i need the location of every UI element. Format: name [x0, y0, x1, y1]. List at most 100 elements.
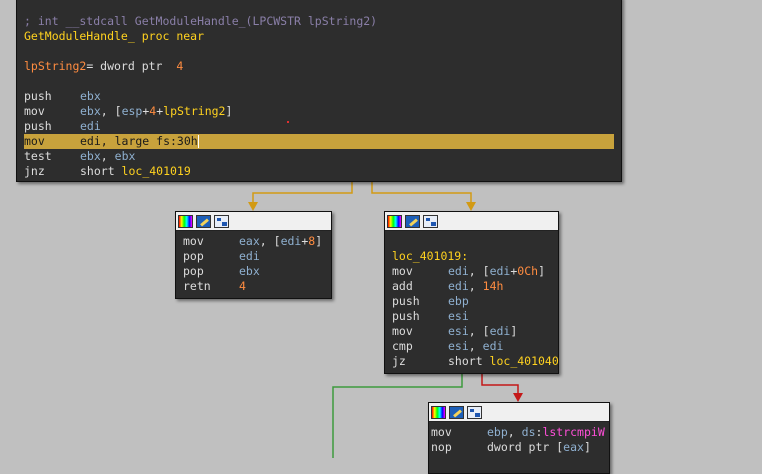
operand-text: ]: [510, 324, 518, 338]
instruction-line[interactable]: cmp esi, edi: [392, 339, 551, 354]
pencil-icon[interactable]: [405, 214, 420, 228]
register: ebx: [80, 89, 101, 103]
mnemonic: nop: [431, 440, 452, 454]
block-header: [429, 403, 609, 422]
operand-text: ]: [315, 234, 323, 248]
mnemonic: mov: [431, 425, 452, 439]
mnemonic: jz: [392, 354, 406, 368]
instruction-line[interactable]: jnz short loc_401019: [24, 164, 614, 179]
graph-icon[interactable]: [214, 214, 229, 228]
instruction-line[interactable]: push edi: [24, 119, 614, 134]
operand-text: ,: [507, 425, 522, 439]
register: edi: [489, 324, 511, 338]
proc-name[interactable]: GetModuleHandle_: [24, 29, 135, 43]
edge-true-branch[interactable]: [371, 181, 472, 206]
label-ref[interactable]: lpString2: [163, 104, 225, 118]
instruction-line[interactable]: mov ebp, ds:lstrcmpiW: [431, 425, 605, 440]
instruction-line[interactable]: mov ebx, [esp+4+lpString2]: [24, 104, 614, 119]
operand-text: dword ptr [: [487, 440, 564, 454]
immediate: 4: [239, 279, 246, 293]
edge-jz-arrow: [513, 393, 523, 402]
instruction-line[interactable]: test ebx, ebx: [24, 149, 614, 164]
operand-text: , [: [100, 104, 122, 118]
instruction-line[interactable]: pop ebx: [183, 264, 324, 279]
instruction-line[interactable]: push esi: [392, 309, 551, 324]
operand-text: , [: [259, 234, 281, 248]
instruction-line[interactable]: add edi, 14h: [392, 279, 551, 294]
block-header: [385, 212, 558, 231]
block-label[interactable]: loc_401019:: [392, 249, 551, 264]
register: edi: [482, 339, 504, 353]
color-icon[interactable]: [387, 214, 402, 228]
instruction-list: mov edi, [edi+0Ch] add edi, 14h push ebp push e…: [392, 264, 559, 369]
register: edi: [280, 234, 302, 248]
operand-text: ,: [100, 149, 115, 163]
register: eax: [239, 234, 260, 248]
instruction-line[interactable]: retn 4: [183, 279, 324, 294]
graph-icon[interactable]: [423, 214, 438, 228]
pencil-icon[interactable]: [449, 405, 464, 419]
mnemonic: jnz: [24, 164, 45, 178]
immediate: 14h: [482, 279, 504, 293]
operand-text: ,: [468, 279, 483, 293]
immediate: 0Ch: [517, 264, 539, 278]
edge-false-branch[interactable]: [252, 181, 353, 206]
function-signature-comment: ; int __stdcall GetModuleHandle_(LPCWSTR…: [24, 14, 378, 28]
mnemonic: mov: [24, 134, 45, 148]
mnemonic: pop: [183, 249, 204, 263]
label-ref[interactable]: loc_401040: [490, 354, 559, 368]
mnemonic: retn: [183, 279, 211, 293]
edge-false-arrow: [248, 202, 258, 211]
mnemonic: push: [24, 119, 52, 133]
operand-text: , [: [468, 264, 490, 278]
instruction-list: mov eax, [edi+8] pop edi pop ebx retn 4: [176, 231, 331, 297]
graph-icon[interactable]: [467, 405, 482, 419]
arg-offset: 4: [176, 59, 184, 73]
arg-name[interactable]: lpString2: [24, 59, 86, 73]
mnemonic: push: [392, 309, 420, 323]
loop-block[interactable]: mov ebp, ds:lstrcmpiW nop dword ptr [eax]: [428, 402, 610, 474]
mnemonic: push: [392, 294, 420, 308]
proc-keyword: proc near: [141, 29, 205, 43]
instruction-list: mov ebp, ds:lstrcmpiW nop dword ptr [eax]: [429, 422, 609, 458]
register: eax: [563, 440, 584, 454]
instruction-list: push ebx mov ebx, [esp+4+lpString2] push edi m…: [24, 89, 614, 179]
register: esi: [448, 339, 469, 353]
instruction-line[interactable]: push ebx: [24, 89, 614, 104]
graph-view: { "top_block": { "comment": "; int __std…: [0, 0, 762, 474]
edge-jz-taken[interactable]: [481, 373, 519, 397]
function-entry-block[interactable]: ; int __stdcall GetModuleHandle_(LPCWSTR…: [16, 0, 622, 182]
mnemonic: cmp: [392, 339, 413, 353]
pencil-icon[interactable]: [196, 214, 211, 228]
loc-401019-block[interactable]: loc_401019: mov edi, [edi+0Ch] add edi, 14h…: [384, 211, 559, 374]
instruction-line[interactable]: pop edi: [183, 249, 324, 264]
operand-text: short: [80, 164, 122, 178]
instruction-line[interactable]: nop dword ptr [eax]: [431, 440, 602, 455]
return-block[interactable]: mov eax, [edi+8] pop edi pop ebx retn 4: [175, 211, 332, 299]
instruction-line[interactable]: mov edi, [edi+0Ch]: [392, 264, 551, 279]
register: edi: [448, 264, 469, 278]
operand-text: short: [448, 354, 490, 368]
register: edi: [448, 279, 469, 293]
instruction-line[interactable]: mov eax, [edi+8]: [183, 234, 324, 249]
color-icon[interactable]: [431, 405, 446, 419]
instruction-line[interactable]: jz short loc_401040: [392, 354, 559, 369]
instruction-line[interactable]: push ebp: [392, 294, 551, 309]
register: ebx: [239, 264, 260, 278]
register: ebp: [448, 294, 469, 308]
operand-text: , [: [468, 324, 490, 338]
color-icon[interactable]: [178, 214, 193, 228]
operand-text: edi, large fs:30h: [80, 134, 198, 148]
label-ref[interactable]: loc_401019: [122, 164, 191, 178]
register: esi: [448, 309, 469, 323]
mnemonic: test: [24, 149, 52, 163]
register: esp: [121, 104, 143, 118]
register: ebx: [80, 104, 101, 118]
instruction-line[interactable]: mov edi, large fs:30h: [24, 134, 614, 149]
operand-text: ,: [468, 339, 483, 353]
instruction-line[interactable]: mov esi, [edi]: [392, 324, 551, 339]
register: edi: [239, 249, 260, 263]
edge-true-arrow: [466, 202, 476, 211]
mnemonic: pop: [183, 264, 204, 278]
import-ref[interactable]: lstrcmpiW: [542, 425, 604, 439]
